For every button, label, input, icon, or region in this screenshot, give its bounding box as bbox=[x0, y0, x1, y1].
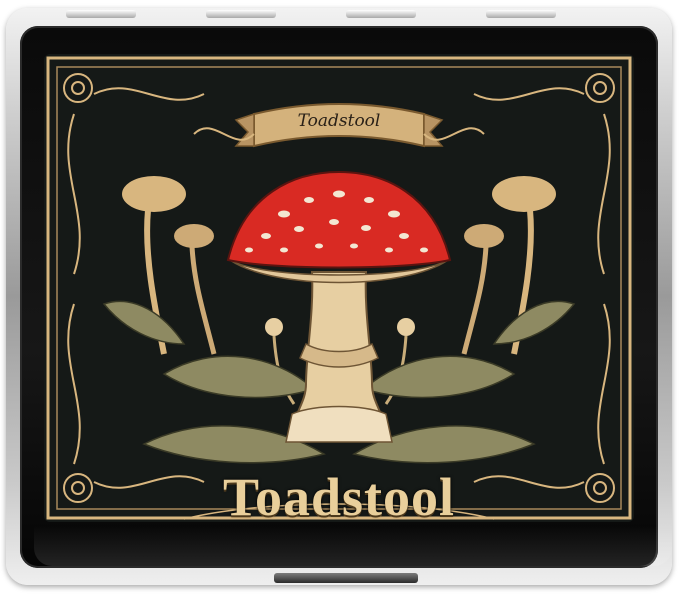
case-clasp bbox=[274, 573, 418, 583]
main-mushroom-stem bbox=[285, 271, 393, 443]
artwork-panel: Toadstool Toadstool bbox=[44, 54, 634, 522]
tin-case: Toadstool Toadstool bbox=[6, 8, 672, 585]
case-lid: Toadstool Toadstool bbox=[20, 26, 672, 568]
hinge-left bbox=[66, 10, 136, 18]
hinge-right bbox=[486, 10, 556, 18]
banner-label: Toadstool bbox=[297, 111, 381, 131]
hinge-3 bbox=[346, 10, 416, 18]
mushroom-cap bbox=[226, 170, 452, 269]
title-label: Toadstool bbox=[222, 467, 456, 522]
hinge-2 bbox=[206, 10, 276, 18]
case-reflection bbox=[34, 526, 672, 566]
